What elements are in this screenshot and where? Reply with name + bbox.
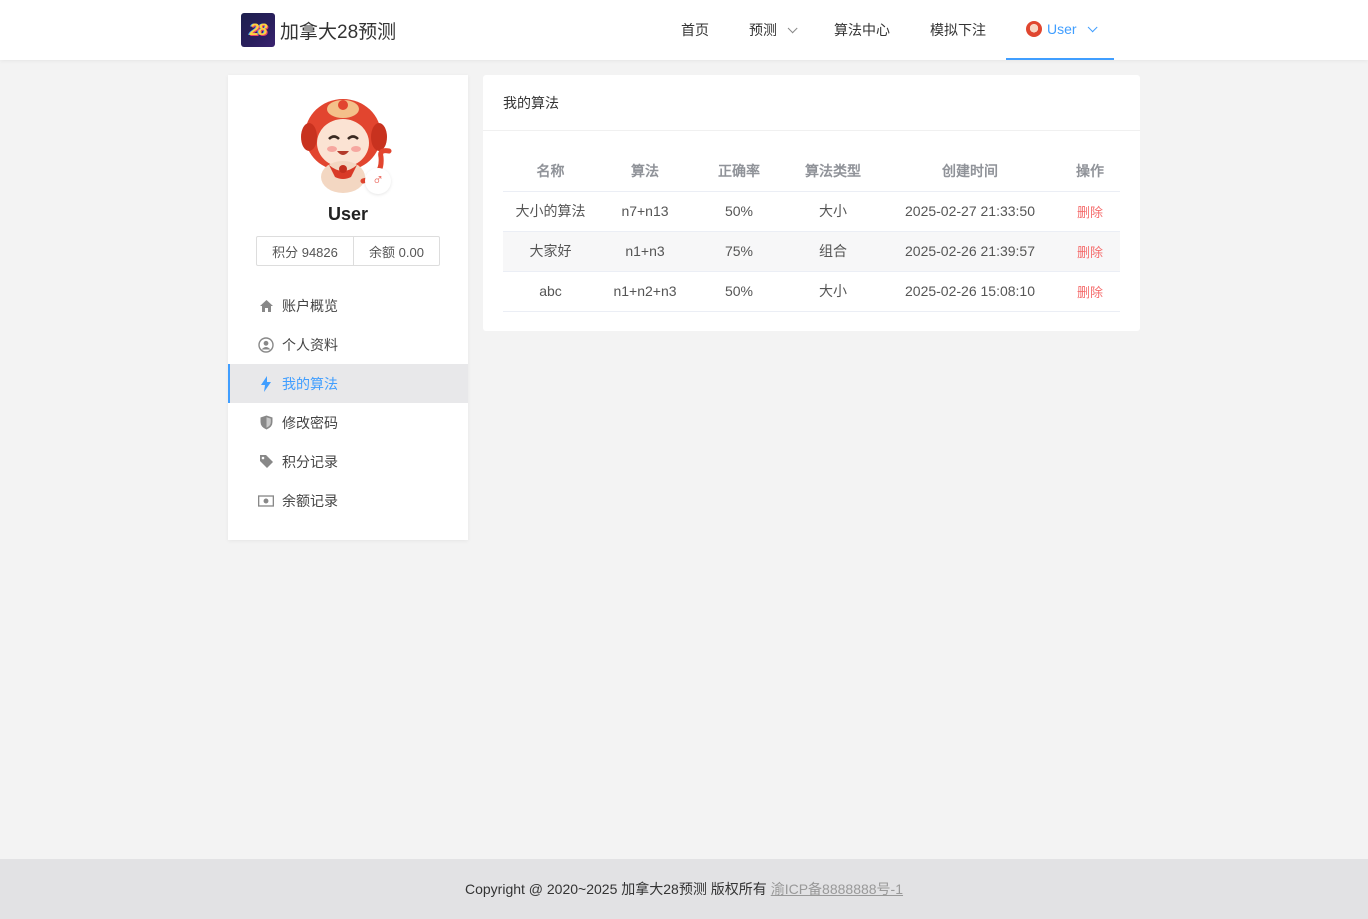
cell-created: 2025-02-27 21:33:50 (880, 191, 1060, 232)
cell-name: 大家好 (503, 231, 598, 272)
top-header: 28 加拿大28预测 首页 预测 算法中心 模拟下注 User (0, 0, 1368, 60)
money-icon (258, 493, 274, 509)
cell-algo: n7+n13 (598, 191, 692, 232)
table-row: abc n1+n2+n3 50% 大小 2025-02-26 15:08:10 … (503, 271, 1120, 312)
cell-algo: n1+n2+n3 (598, 271, 692, 312)
table-row: 大小的算法 n7+n13 50% 大小 2025-02-27 21:33:50 … (503, 191, 1120, 232)
cell-name: abc (503, 271, 598, 312)
my-algorithms-card: 我的算法 名称 算法 正确率 算法类型 创建时间 操作 大小的算法 n7+n13… (483, 75, 1140, 331)
column-header: 算法类型 (786, 151, 880, 192)
nav-algo-center[interactable]: 算法中心 (814, 0, 910, 60)
nav-user-menu[interactable]: User (1006, 0, 1114, 60)
nav-mock-bet[interactable]: 模拟下注 (910, 0, 1006, 60)
column-header: 正确率 (692, 151, 786, 192)
main-nav: 首页 预测 算法中心 模拟下注 User (661, 0, 1114, 60)
points-stat[interactable]: 积分 94826 (257, 237, 354, 265)
sidebar-item-change-password[interactable]: 修改密码 (228, 403, 468, 442)
cell-name: 大小的算法 (503, 191, 598, 232)
nav-user-label: User (1047, 21, 1077, 37)
cell-type: 大小 (786, 191, 880, 232)
profile-username: User (327, 204, 369, 224)
column-header: 名称 (503, 151, 598, 192)
brand-logo: 28 (241, 13, 275, 47)
sidebar-menu: 账户概览 个人资料 我的算法 修改密码 积分记录 余额记录 (228, 286, 468, 520)
nav-predict[interactable]: 预测 (729, 0, 814, 60)
brand-name: 加拿大28预测 (280, 21, 397, 43)
table-header-row: 名称 算法 正确率 算法类型 创建时间 操作 (503, 151, 1120, 192)
cell-action: 删除 (1060, 231, 1120, 272)
page-footer: Copyright @ 2020~2025 加拿大28预测 版权所有 渝ICP备… (0, 859, 1368, 919)
chevron-down-icon (1087, 21, 1098, 32)
cell-type: 组合 (786, 231, 880, 272)
sidebar-item-my-algorithms[interactable]: 我的算法 (228, 364, 468, 403)
cell-created: 2025-02-26 21:39:57 (880, 231, 1060, 272)
cell-type: 大小 (786, 271, 880, 312)
page-title: 我的算法 (483, 75, 1140, 131)
tag-icon (258, 454, 274, 470)
sidebar-item-label: 余额记录 (282, 492, 338, 509)
icp-link[interactable]: 渝ICP备8888888号-1 (771, 879, 903, 899)
sidebar-item-label: 账户概览 (282, 297, 338, 314)
male-gender-icon: ♂ (365, 168, 391, 194)
delete-button[interactable]: 删除 (1077, 205, 1103, 220)
balance-stat[interactable]: 余额 0.00 (354, 237, 439, 265)
bolt-icon (258, 375, 274, 392)
sidebar-item-label: 个人资料 (282, 336, 338, 353)
account-stats: 积分 94826 余额 0.00 (256, 236, 440, 266)
user-avatar-small (1026, 21, 1042, 37)
user-sidebar: ♂ User 积分 94826 余额 0.00 账户概览 个人资料 我的算法 修… (228, 75, 468, 540)
nav-mock-bet-label: 模拟下注 (930, 22, 986, 38)
cell-created: 2025-02-26 15:08:10 (880, 271, 1060, 312)
cell-accuracy: 50% (692, 271, 786, 312)
cell-accuracy: 75% (692, 231, 786, 272)
sidebar-item-points-history[interactable]: 积分记录 (228, 442, 468, 481)
sidebar-item-label: 积分记录 (282, 453, 338, 470)
cell-accuracy: 50% (692, 191, 786, 232)
copyright-text: Copyright @ 2020~2025 加拿大28预测 版权所有 (464, 881, 767, 897)
cell-algo: n1+n3 (598, 231, 692, 272)
column-header: 算法 (598, 151, 692, 192)
delete-button[interactable]: 删除 (1077, 245, 1103, 260)
home-icon (258, 298, 274, 314)
cell-action: 删除 (1060, 191, 1120, 232)
sidebar-item-label: 修改密码 (282, 414, 338, 431)
nav-algo-center-label: 算法中心 (834, 22, 890, 38)
column-header: 操作 (1060, 151, 1120, 192)
nav-home-label: 首页 (681, 22, 709, 38)
user-circle-icon (258, 336, 274, 353)
brand[interactable]: 28 加拿大28预测 (241, 13, 396, 47)
delete-button[interactable]: 删除 (1077, 285, 1103, 300)
sidebar-item-balance-history[interactable]: 余额记录 (228, 481, 468, 520)
chevron-down-icon (787, 22, 798, 33)
shield-icon (258, 415, 274, 431)
column-header: 创建时间 (880, 151, 1060, 192)
nav-home[interactable]: 首页 (661, 0, 729, 60)
algorithms-table: 名称 算法 正确率 算法类型 创建时间 操作 大小的算法 n7+n13 50% … (503, 151, 1120, 312)
avatar: ♂ (299, 95, 395, 195)
cell-action: 删除 (1060, 271, 1120, 312)
table-row: 大家好 n1+n3 75% 组合 2025-02-26 21:39:57 删除 (503, 231, 1120, 272)
sidebar-item-label: 我的算法 (282, 375, 338, 392)
sidebar-item-profile[interactable]: 个人资料 (228, 325, 468, 364)
sidebar-item-overview[interactable]: 账户概览 (228, 286, 468, 325)
nav-predict-label: 预测 (749, 22, 777, 38)
